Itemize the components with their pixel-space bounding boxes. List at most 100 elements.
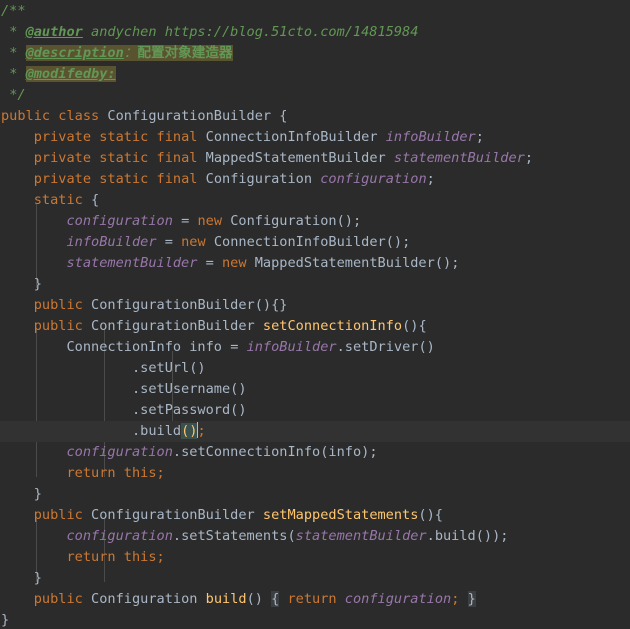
keyword-class: class [58, 108, 100, 124]
keyword-static: static [99, 129, 149, 145]
code-line[interactable]: return this; [0, 463, 630, 484]
keyword-private: private [33, 150, 92, 166]
code-line[interactable]: configuration = new Configuration(); [0, 211, 630, 232]
type-name: ConnectionInfoBuilder [213, 234, 386, 250]
field-configuration: configuration [66, 444, 173, 460]
code-line[interactable]: .setPassword() [0, 400, 630, 421]
parens: () [189, 360, 206, 376]
parens: () [246, 591, 263, 607]
comment-open: /** [1, 3, 26, 19]
code-line[interactable]: * @description：配置对象建造器 [0, 43, 630, 64]
semicolon: ; [451, 255, 460, 271]
dot: . [172, 528, 182, 544]
field-info-builder: infoBuilder [66, 234, 157, 250]
code-line[interactable]: /** [0, 1, 630, 22]
argument-info: info [328, 444, 362, 460]
dot: . [172, 444, 182, 460]
semicolon: ; [475, 129, 484, 145]
keyword-return: return [66, 465, 116, 481]
code-line[interactable]: static { [0, 190, 630, 211]
code-line[interactable]: * @author andychen https://blog.51cto.co… [0, 22, 630, 43]
method-call-set-statements: setStatements [181, 528, 288, 544]
return-type: ConfigurationBuilder [91, 507, 255, 523]
parens: () [254, 297, 272, 313]
folded-brace-close[interactable]: } [467, 591, 476, 607]
type-name: MappedStatementBuilder [254, 255, 435, 271]
comment-star: * [9, 24, 18, 40]
javadoc-description-tag: @description [25, 45, 124, 61]
folded-brace-open[interactable]: { [271, 591, 280, 607]
code-line[interactable]: infoBuilder = new ConnectionInfoBuilder(… [0, 232, 630, 253]
code-line[interactable]: private static final MappedStatementBuil… [0, 148, 630, 169]
code-line[interactable]: configuration.setStatements(statementBui… [0, 526, 630, 547]
semicolon: ; [197, 423, 206, 439]
code-line[interactable]: public ConfigurationBuilder setConnectio… [0, 316, 630, 337]
javadoc-description-highlight: @description：配置对象建造器 [25, 45, 233, 61]
dot: . [426, 528, 435, 544]
dot: . [131, 381, 141, 397]
brace-close: } [33, 486, 42, 502]
code-line[interactable]: } [0, 484, 630, 505]
parens: () [418, 507, 435, 523]
assign-operator: = [181, 213, 190, 229]
field-info-builder: infoBuilder [246, 339, 337, 355]
semicolon: ; [156, 549, 165, 565]
local-variable-info: info [189, 339, 222, 355]
javadoc-author-value: andychen https://blog.51cto.com/14815984 [82, 24, 419, 40]
keyword-new: new [181, 234, 206, 250]
field-statement-builder: statementBuilder [295, 528, 427, 544]
brace-open: { [418, 318, 427, 334]
code-line[interactable]: return this; [0, 547, 630, 568]
closing-parens-semicolon: ()); [475, 528, 509, 544]
keyword-public: public [1, 108, 51, 124]
code-line-current[interactable]: .build(); [0, 421, 630, 442]
code-line[interactable]: } [0, 568, 630, 589]
assign-operator: = [164, 234, 173, 250]
code-line[interactable]: .setUsername() [0, 379, 630, 400]
brace-close: } [33, 570, 42, 586]
keyword-static: static [99, 150, 149, 166]
code-line[interactable]: public ConfigurationBuilder(){} [0, 295, 630, 316]
parens: () [336, 213, 353, 229]
keyword-final: final [156, 129, 198, 145]
code-line[interactable]: } [0, 610, 630, 629]
parens: () [418, 339, 435, 355]
keyword-return: return [287, 591, 337, 607]
class-name: ConfigurationBuilder [107, 108, 272, 124]
method-declaration-set-mapped-statements: setMappedStatements [262, 507, 419, 523]
code-line[interactable]: statementBuilder = new MappedStatementBu… [0, 253, 630, 274]
keyword-public: public [33, 507, 83, 523]
keyword-private: private [33, 171, 92, 187]
code-editor[interactable]: /** * @author andychen https://blog.51ct… [0, 0, 630, 629]
method-call-set-password: setPassword [140, 402, 231, 418]
code-line[interactable]: * @modifedby: [0, 64, 630, 85]
code-line[interactable]: } [0, 274, 630, 295]
return-type: Configuration [91, 591, 198, 607]
code-line[interactable]: */ [0, 85, 630, 106]
semicolon: ; [524, 150, 534, 166]
type-name: Configuration [230, 213, 337, 229]
method-call-set-driver: setDriver [344, 339, 419, 355]
comment-close: */ [9, 87, 26, 103]
keyword-this: this [123, 465, 157, 481]
brace-close: } [1, 612, 10, 628]
dot: . [131, 360, 141, 376]
code-line[interactable]: ConnectionInfo info = infoBuilder.setDri… [0, 337, 630, 358]
javadoc-description-separator: ： [123, 45, 138, 61]
code-line[interactable]: public Configuration build() { return co… [0, 589, 630, 610]
type-name: ConnectionInfoBuilder [205, 129, 378, 145]
keyword-final: final [156, 150, 198, 166]
code-lines[interactable]: /** * @author andychen https://blog.51ct… [0, 0, 630, 629]
code-line[interactable]: public class ConfigurationBuilder { [0, 106, 630, 127]
code-line[interactable]: public ConfigurationBuilder setMappedSta… [0, 505, 630, 526]
field-info-builder: infoBuilder [385, 129, 476, 145]
dot: . [131, 423, 141, 439]
field-statement-builder: statementBuilder [393, 150, 525, 166]
code-line[interactable]: .setUrl() [0, 358, 630, 379]
code-line[interactable]: configuration.setConnectionInfo(info); [0, 442, 630, 463]
semicolon: ; [451, 591, 460, 607]
return-type: ConfigurationBuilder [91, 318, 255, 334]
code-line[interactable]: private static final ConnectionInfoBuild… [0, 127, 630, 148]
paren-open: ( [287, 528, 296, 544]
code-line[interactable]: private static final Configuration confi… [0, 169, 630, 190]
